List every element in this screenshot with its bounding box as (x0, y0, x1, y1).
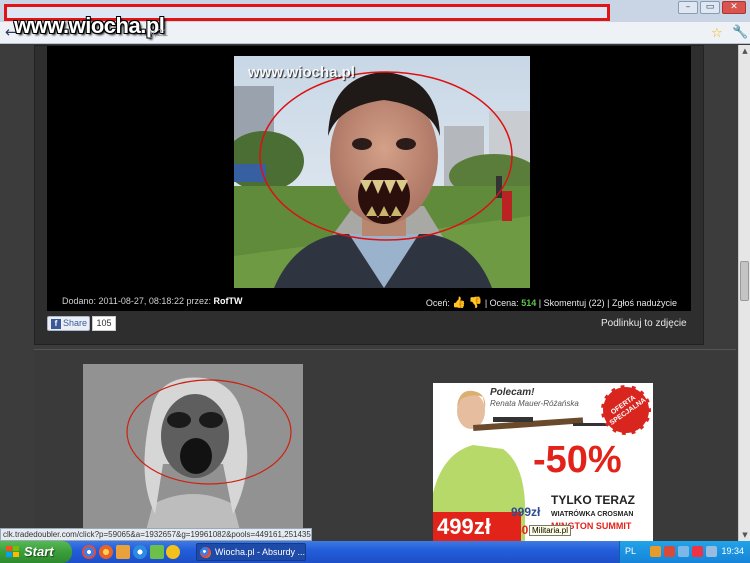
ad-discount: -50% (533, 439, 622, 481)
rate-label: Oceń: (425, 298, 450, 308)
next-post-panel: Polecam! Renata Mauer-Różańska OFERTA SP… (34, 349, 736, 542)
address-bar-text[interactable]: y,21 (150, 28, 168, 39)
site-logo[interactable]: www.wiocha.pl (14, 13, 165, 39)
folder-quicklaunch-icon[interactable] (116, 545, 130, 559)
restore-icon[interactable]: ▭ (700, 1, 720, 14)
system-tray: PL 19:34 (619, 541, 750, 563)
chrome-icon (200, 547, 211, 558)
thumbs-up-icon[interactable]: 👍 (452, 297, 466, 309)
doll-photo-image (83, 364, 303, 542)
vertical-scrollbar[interactable]: ▲ ▼ (738, 45, 750, 541)
bookmark-star-icon[interactable]: ☆ (711, 26, 723, 41)
app-quicklaunch-icon[interactable] (150, 545, 164, 559)
facebook-icon: f (51, 319, 61, 329)
windows-logo-icon (6, 546, 19, 558)
windows-taskbar: Start Wiocha.pl - Absurdy ... PL 19:34 (0, 541, 750, 563)
window-controls: – ▭ ✕ (678, 1, 746, 15)
comment-link[interactable]: | Skomentuj (22) (539, 298, 605, 308)
tray-alert-icon[interactable] (692, 546, 703, 557)
share-label: Share (63, 318, 88, 328)
tray-app-icon[interactable] (650, 546, 661, 557)
scroll-down-icon[interactable]: ▼ (740, 530, 750, 540)
wrench-icon[interactable]: 🔧 (732, 25, 748, 40)
taskbar-window-button[interactable]: Wiocha.pl - Absurdy ... (196, 543, 306, 561)
task-label: Wiocha.pl - Absurdy ... (215, 547, 306, 557)
post-info: Dodano: 2011-08-27, 08:18:22 przez: RofT… (62, 296, 243, 306)
thumbs-down-icon[interactable]: 👎 (469, 297, 483, 309)
badge-text: OFERTA SPECJALNA (608, 394, 648, 427)
close-icon[interactable]: ✕ (722, 1, 746, 14)
scroll-up-icon[interactable]: ▲ (740, 46, 750, 56)
ad-price: 499zł (437, 514, 491, 539)
ad-tooltip: Militaria.pl (529, 525, 572, 536)
rating-info: Oceń: 👍 👎 | Ocena: 514 | Skomentuj (22) … (426, 296, 677, 309)
ad-person: Renata Mauer-Różańska (490, 399, 579, 408)
start-button[interactable]: Start (0, 541, 72, 563)
ad-product-type: WIATRÓWKA CROSMAN (551, 511, 634, 518)
added-label: Dodano: (62, 296, 97, 306)
author-link[interactable]: RofTW (214, 296, 243, 306)
chrome-quicklaunch-icon[interactable] (82, 545, 96, 559)
report-link[interactable]: | Zgłoś nadużycie (607, 298, 677, 308)
added-date: 2011-08-27, 08:18:22 (98, 296, 184, 306)
link-photo-link[interactable]: Podlinkuj to zdjęcie (601, 318, 687, 329)
main-photo[interactable]: www.wiocha.pl (234, 56, 530, 288)
post-meta-row: Dodano: 2011-08-27, 08:18:22 przez: RofT… (47, 294, 691, 309)
main-photo-image (234, 56, 530, 288)
share-count: 105 (92, 316, 116, 331)
score-label: | Ocena: (484, 298, 519, 308)
photo-watermark: www.wiocha.pl (248, 64, 355, 81)
scroll-thumb[interactable] (740, 261, 749, 301)
score-value: 514 (521, 298, 537, 308)
tray-volume-icon[interactable] (706, 546, 717, 557)
ad-old-price: 999zł (511, 505, 541, 519)
start-label: Start (24, 544, 54, 559)
special-offer-badge: OFERTA SPECJALNA (601, 385, 651, 435)
tray-network-icon[interactable] (678, 546, 689, 557)
language-indicator[interactable]: PL (625, 546, 636, 556)
photo-stage: www.wiocha.pl (47, 46, 691, 311)
by-label: przez: (186, 296, 211, 306)
facebook-share-button[interactable]: f Share (47, 316, 90, 331)
ad-only-now: TYLKO TERAZ (551, 493, 635, 507)
post-panel: www.wiocha.pl Dodano: 2011-08-27, 08:18:… (34, 45, 704, 345)
firefox-quicklaunch-icon[interactable] (99, 545, 113, 559)
media-quicklaunch-icon[interactable] (166, 545, 180, 559)
advertisement-banner[interactable]: Polecam! Renata Mauer-Różańska OFERTA SP… (433, 383, 653, 542)
clock: 19:34 (721, 546, 744, 556)
ad-small-discount: -50 (511, 523, 529, 537)
ad-heading: Polecam! (490, 387, 535, 398)
tray-security-icon[interactable] (664, 546, 675, 557)
minimize-icon[interactable]: – (678, 1, 698, 14)
status-bar-url: clk.tradedoubler.com/click?p=59065&a=193… (0, 528, 312, 541)
second-photo[interactable] (83, 364, 303, 542)
ie-quicklaunch-icon[interactable] (133, 545, 147, 559)
